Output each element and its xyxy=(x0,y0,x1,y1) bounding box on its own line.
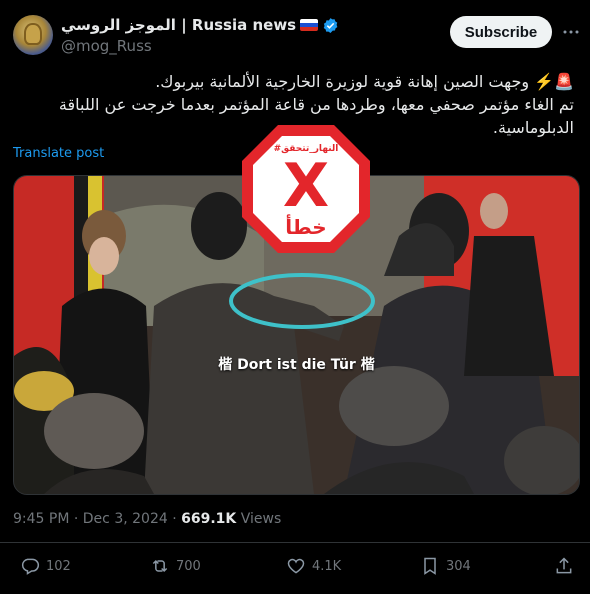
subscribe-button[interactable]: Subscribe xyxy=(450,16,552,48)
video-caption: 楷 Dort ist die Tür 楷 xyxy=(218,357,375,373)
reply-button[interactable]: 102 xyxy=(20,556,71,576)
bookmark-count: 304 xyxy=(446,558,471,574)
tweet-line-1: 🚨⚡️ وجهت الصين إهانة قوية لوزيرة الخارجي… xyxy=(155,72,574,91)
repost-button[interactable]: 700 xyxy=(150,556,201,576)
stamp-word: خطأ xyxy=(285,213,326,239)
repost-icon xyxy=(152,559,168,573)
russia-flag-icon xyxy=(300,19,319,31)
divider xyxy=(0,542,590,543)
bookmark-button[interactable]: 304 xyxy=(420,556,471,576)
more-options-icon[interactable] xyxy=(561,22,581,42)
bookmark-icon xyxy=(424,557,436,575)
like-button[interactable]: 4.1K xyxy=(286,556,341,576)
display-name[interactable]: الموجز الروسي | Russia news xyxy=(61,16,296,34)
handle[interactable]: @mog_Russ xyxy=(61,37,152,55)
stamp-x-mark: X xyxy=(283,151,329,221)
like-count: 4.1K xyxy=(312,558,342,574)
share-icon xyxy=(556,557,572,574)
avatar[interactable] xyxy=(13,15,53,55)
heart-icon xyxy=(287,558,305,574)
display-name-row[interactable]: الموجز الروسي | Russia news xyxy=(61,16,339,34)
views-label: Views xyxy=(236,511,282,527)
verified-badge-icon[interactable] xyxy=(322,17,339,34)
action-bar: 102 700 4.1K 304 xyxy=(0,556,590,584)
post-time[interactable]: 9:45 PM xyxy=(13,511,69,527)
reply-count: 102 xyxy=(46,558,71,574)
views-count: 669.1K xyxy=(181,511,237,527)
translate-post-link[interactable]: Translate post xyxy=(13,146,104,161)
post-date[interactable]: Dec 3, 2024 xyxy=(83,511,168,527)
post-timestamp[interactable]: 9:45 PM · Dec 3, 2024 · 669.1K Views xyxy=(13,511,281,527)
reply-icon xyxy=(21,558,40,575)
time-separator: · xyxy=(69,511,83,527)
share-button[interactable] xyxy=(554,556,574,576)
repost-count: 700 xyxy=(176,558,201,574)
false-claim-stamp: #النهار_تتحقق X خطأ xyxy=(242,125,370,253)
time-separator-2: · xyxy=(167,511,182,527)
eagle-emblem-icon xyxy=(24,23,42,45)
